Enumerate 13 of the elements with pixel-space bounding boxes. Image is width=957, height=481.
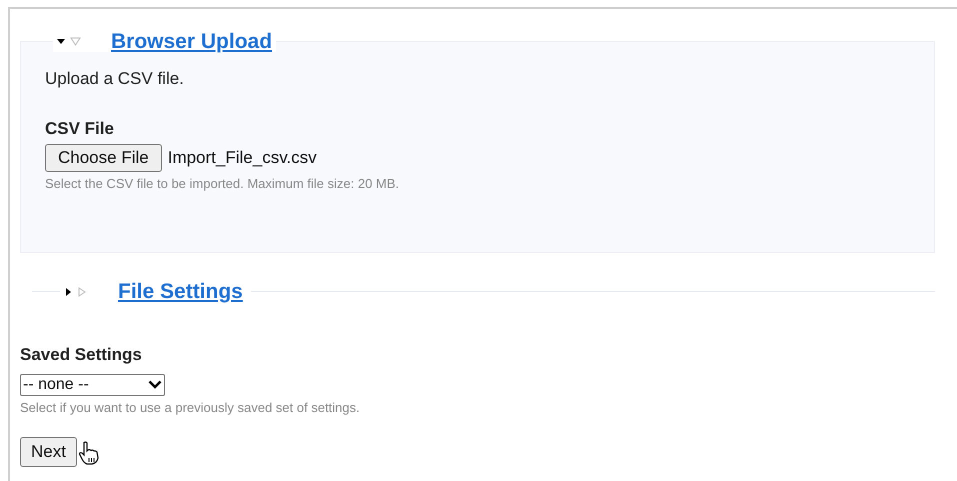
help-text: Select if you want to use a previously saved set of settings. xyxy=(20,398,361,417)
settings-dropdown[interactable]: -- none -- xyxy=(20,374,165,396)
field-label: CSV File xyxy=(45,118,115,140)
intro-text: Upload a CSV file. xyxy=(45,68,185,90)
help-text: Select the CSV file to be imported. Maximum file size: 20 MB. xyxy=(45,175,400,193)
hand-cursor-icon xyxy=(78,441,100,465)
collapse-triangle-icon[interactable] xyxy=(57,36,81,46)
chevron-down-icon xyxy=(148,380,162,389)
next-button[interactable]: Next xyxy=(20,437,77,467)
file-name: Import_File_csv.csv xyxy=(168,147,317,170)
choose-file-button[interactable]: Choose File xyxy=(45,144,162,172)
field-label: Saved Settings xyxy=(20,344,143,366)
expand-triangle-icon[interactable] xyxy=(64,286,88,296)
